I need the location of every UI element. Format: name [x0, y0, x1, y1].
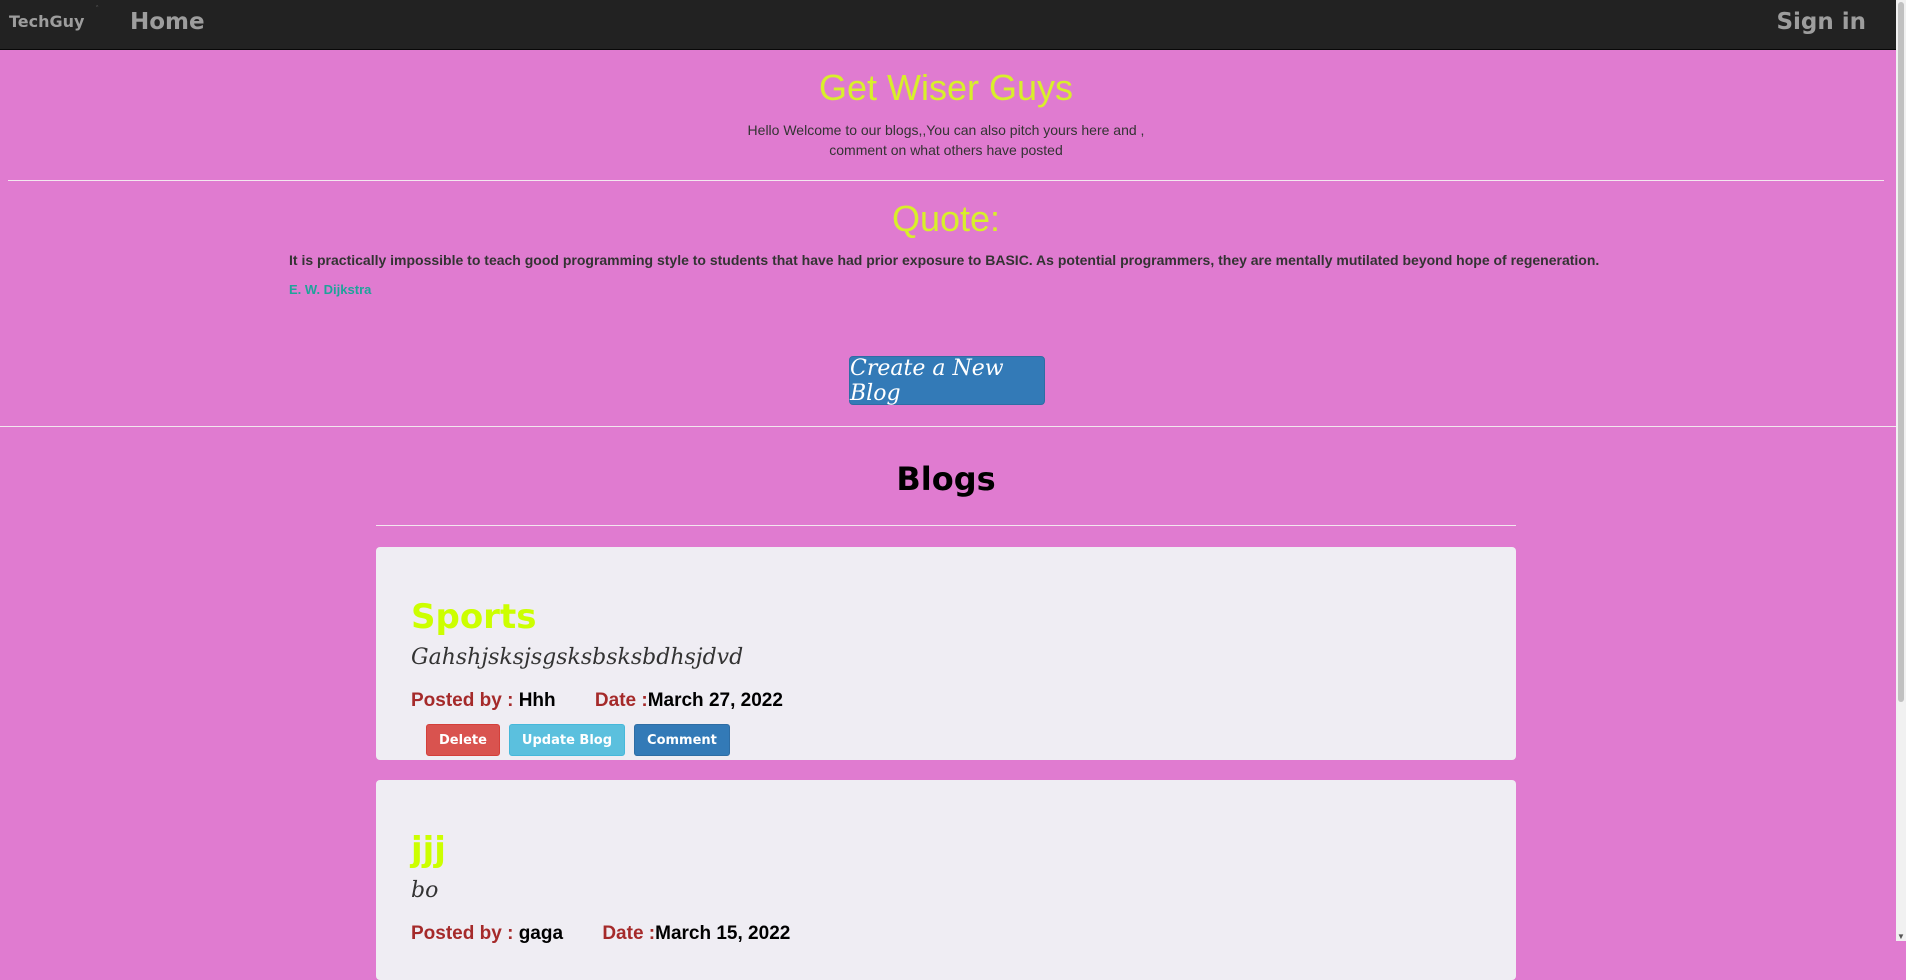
- scroll-down-arrow-icon[interactable]: ▼: [1896, 932, 1906, 941]
- comment-button[interactable]: Comment: [634, 724, 730, 756]
- posted-by-label: Posted by :: [411, 690, 519, 711]
- delete-button[interactable]: Delete: [426, 724, 500, 756]
- blog-date: March 27, 2022: [647, 690, 783, 711]
- blog-meta: Posted by : Hhh Date :March 27, 2022: [411, 690, 783, 712]
- quote-heading: Quote:: [891, 198, 1001, 239]
- blog-body: Gahshjsksjsgsksbsksbdhsjdvd: [411, 645, 744, 670]
- blog-title: Sports: [411, 597, 537, 637]
- site-title: Get Wiser Guys: [818, 67, 1074, 108]
- blog-meta: Posted by : gaga Date :March 15, 2022: [411, 923, 790, 945]
- update-blog-button[interactable]: Update Blog: [508, 724, 626, 756]
- divider: [8, 180, 1884, 181]
- blog-body: bo: [411, 878, 439, 903]
- quote-text: It is practically impossible to teach go…: [289, 252, 1600, 268]
- blog-actions: Delete Update Blog Comment: [426, 724, 730, 756]
- nav-signin-link[interactable]: Sign in: [1776, 9, 1866, 35]
- blog-card: jjj bo Posted by : gaga Date :March 15, …: [376, 780, 1516, 980]
- blog-card: Sports Gahshjsksjsgsksbsksbdhsjdvd Poste…: [376, 547, 1516, 760]
- date-label: Date :: [594, 690, 648, 711]
- scrollbar[interactable]: ▼: [1896, 0, 1906, 941]
- divider: [0, 426, 1896, 427]
- navbar: TechGuy ˆ Home Sign in: [0, 0, 1896, 50]
- brand-mark: ˆ: [96, 6, 99, 13]
- blog-author: Hhh: [518, 690, 556, 711]
- divider: [376, 525, 1516, 526]
- quote-author: E. W. Dijkstra: [289, 282, 372, 297]
- create-blog-button[interactable]: Create a New Blog: [849, 356, 1045, 406]
- blog-title: jjj: [411, 830, 446, 870]
- scrollbar-thumb[interactable]: [1898, 2, 1904, 702]
- nav-home-link[interactable]: Home: [130, 9, 205, 35]
- brand-logo[interactable]: TechGuy: [9, 12, 84, 31]
- blogs-heading: Blogs: [896, 460, 996, 498]
- intro-text: Hello Welcome to our blogs,,You can also…: [747, 122, 1145, 158]
